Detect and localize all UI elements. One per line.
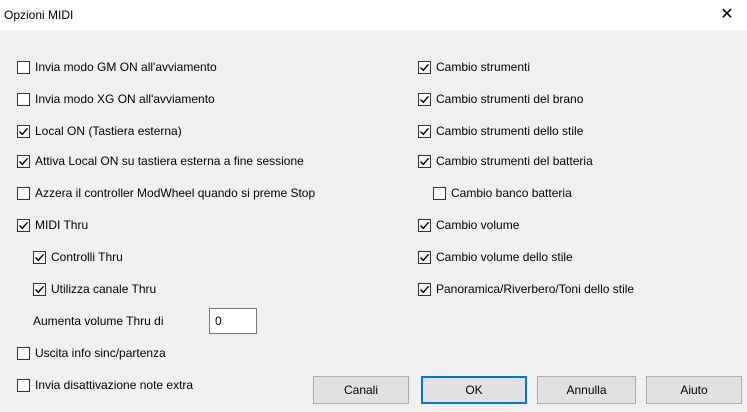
checkbox-label: Invia modo XG ON all'avviamento <box>35 92 215 106</box>
checkbox-label: Controlli Thru <box>51 250 123 264</box>
checkbox-midi-thru[interactable]: MIDI Thru <box>17 217 88 233</box>
checkbox-label: Cambio strumenti del brano <box>436 92 584 106</box>
check-mark-icon <box>420 63 430 71</box>
title-bar: Opzioni MIDI ✕ <box>0 0 747 30</box>
checkbox-local-on-end-session[interactable]: Attiva Local ON su tastiera esterna a fi… <box>17 153 304 169</box>
checkbox-box[interactable] <box>17 378 30 392</box>
checkbox-strumenti-stile[interactable]: Cambio strumenti dello stile <box>418 123 583 139</box>
checkbox-box[interactable] <box>17 218 30 232</box>
checkbox-box[interactable] <box>418 92 431 106</box>
checkbox-label: Uscita info sinc/partenza <box>35 346 166 360</box>
checkbox-box[interactable] <box>433 186 446 200</box>
checkbox-box[interactable] <box>17 92 30 106</box>
checkbox-volume-stile[interactable]: Cambio volume dello stile <box>418 249 573 265</box>
checkbox-label: Attiva Local ON su tastiera esterna a fi… <box>35 154 304 168</box>
checkbox-label: Azzera il controller ModWheel quando si … <box>35 186 316 200</box>
checkbox-label: Cambio strumenti <box>436 60 531 74</box>
checkbox-box[interactable] <box>17 154 30 168</box>
check-mark-icon <box>19 157 29 165</box>
checkbox-panoramica-stile[interactable]: Panoramica/Riverbero/Toni dello stile <box>418 281 634 297</box>
thru-volume-input[interactable]: 0 <box>209 308 257 334</box>
checkbox-label: Invia disattivazione note extra <box>35 378 194 392</box>
checkbox-label: Cambio strumenti dello stile <box>436 124 584 138</box>
checkbox-controlli-thru[interactable]: Controlli Thru <box>33 249 123 265</box>
checkbox-banco-batteria[interactable]: Cambio banco batteria <box>433 185 572 201</box>
check-mark-icon <box>420 253 430 261</box>
checkbox-label: Cambio banco batteria <box>451 186 572 200</box>
checkbox-strumenti-batteria[interactable]: Cambio strumenti del batteria <box>418 153 593 169</box>
thru-volume-label: Aumenta volume Thru di <box>33 314 164 328</box>
checkbox-label: Cambio volume dello stile <box>436 250 573 264</box>
checkbox-box[interactable] <box>33 250 46 264</box>
checkbox-local-on[interactable]: Local ON (Tastiera esterna) <box>17 123 182 139</box>
check-mark-icon <box>420 127 430 135</box>
check-mark-icon <box>35 285 45 293</box>
checkbox-box[interactable] <box>418 154 431 168</box>
checkbox-gm-on[interactable]: Invia modo GM ON all'avviamento <box>17 59 217 75</box>
check-mark-icon <box>420 157 430 165</box>
checkbox-extra-note-off[interactable]: Invia disattivazione note extra <box>17 377 193 393</box>
checkbox-canale-thru[interactable]: Utilizza canale Thru <box>33 281 156 297</box>
checkbox-label: Local ON (Tastiera esterna) <box>35 124 182 138</box>
checkbox-box[interactable] <box>418 60 431 74</box>
checkbox-strumenti-brano[interactable]: Cambio strumenti del brano <box>418 91 583 107</box>
checkbox-box[interactable] <box>418 124 431 138</box>
close-icon[interactable]: ✕ <box>707 0 747 30</box>
checkbox-box[interactable] <box>17 124 30 138</box>
checkbox-box[interactable] <box>33 282 46 296</box>
checkbox-label: Invia modo GM ON all'avviamento <box>35 60 217 74</box>
check-mark-icon <box>19 127 29 135</box>
window-title: Opzioni MIDI <box>4 8 74 22</box>
checkbox-box[interactable] <box>17 346 30 360</box>
check-mark-icon <box>420 285 430 293</box>
aiuto-button[interactable]: Aiuto <box>646 376 742 404</box>
checkbox-reset-modwheel[interactable]: Azzera il controller ModWheel quando si … <box>17 185 315 201</box>
checkbox-box[interactable] <box>418 218 431 232</box>
checkbox-cambio-strumenti[interactable]: Cambio strumenti <box>418 59 530 75</box>
canali-button[interactable]: Canali <box>313 376 409 404</box>
checkbox-box[interactable] <box>418 250 431 264</box>
checkbox-xg-on[interactable]: Invia modo XG ON all'avviamento <box>17 91 215 107</box>
checkbox-box[interactable] <box>17 186 30 200</box>
check-mark-icon <box>420 95 430 103</box>
checkbox-label: Cambio strumenti del batteria <box>436 154 593 168</box>
check-mark-icon <box>35 253 45 261</box>
annulla-button[interactable]: Annulla <box>537 376 636 404</box>
checkbox-label: MIDI Thru <box>35 218 89 232</box>
checkbox-label: Utilizza canale Thru <box>51 282 157 296</box>
checkbox-box[interactable] <box>418 282 431 296</box>
checkbox-label: Cambio volume <box>436 218 520 232</box>
checkbox-label: Panoramica/Riverbero/Toni dello stile <box>436 282 635 296</box>
ok-button[interactable]: OK <box>421 376 527 404</box>
checkbox-box[interactable] <box>17 60 30 74</box>
check-mark-icon <box>19 221 29 229</box>
checkbox-cambio-volume[interactable]: Cambio volume <box>418 217 519 233</box>
checkbox-sync-info[interactable]: Uscita info sinc/partenza <box>17 345 166 361</box>
check-mark-icon <box>420 221 430 229</box>
